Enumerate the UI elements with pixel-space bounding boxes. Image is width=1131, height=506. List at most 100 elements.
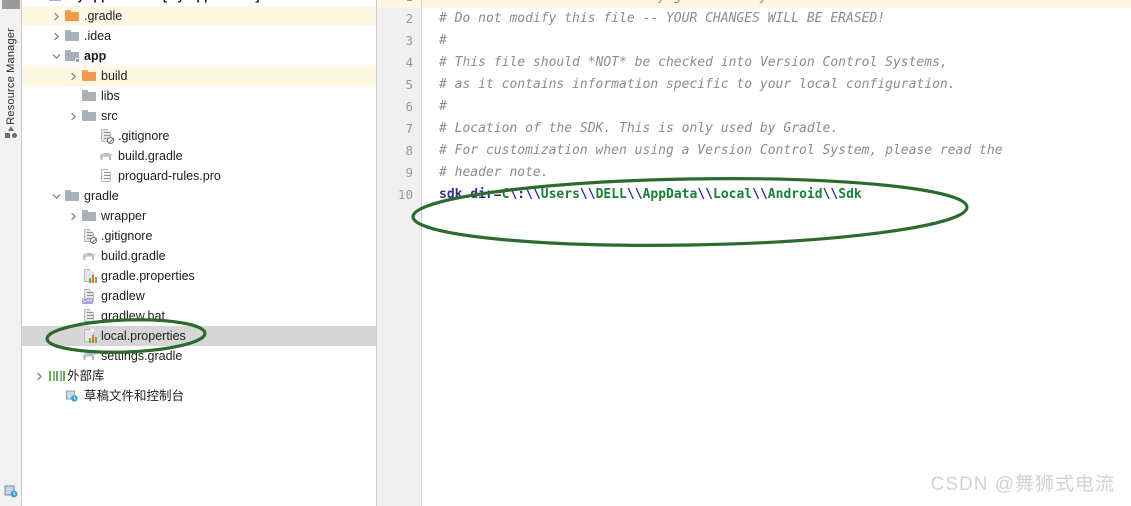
line-number: 9 — [405, 165, 413, 180]
tree-row-label: proguard-rules.pro — [118, 169, 221, 183]
code-line[interactable]: # — [423, 30, 1131, 52]
resource-manager-tool-button[interactable]: Resource Manager — [0, 28, 22, 127]
tree-row[interactable]: gradle — [22, 186, 376, 206]
left-tool-strip: Resource Manager — [0, 0, 22, 506]
tree-row[interactable]: wrapper — [22, 206, 376, 226]
tree-row[interactable]: gradlew.bat — [22, 306, 376, 326]
code-line[interactable]: # header note. — [423, 162, 1131, 184]
tree-row[interactable]: .gitignore — [22, 126, 376, 146]
tree-row-label: local.properties — [101, 329, 186, 343]
code-comment: # Do not modify this file -- YOUR CHANGE… — [439, 11, 886, 26]
code-line[interactable]: sdk.dir=C\:\\Users\\DELL\\AppData\\Local… — [423, 184, 1131, 206]
line-number-gutter: 1 2 3 4 5 6 7 8 9 10 — [377, 0, 422, 506]
chevron-down-icon[interactable] — [51, 51, 62, 62]
csdn-watermark: CSDN @舞狮式电流 — [930, 474, 1115, 495]
code-line[interactable]: # Do not modify this file -- YOUR CHANGE… — [423, 8, 1131, 30]
bat-file-icon — [81, 308, 97, 324]
chevron-down-icon[interactable] — [51, 191, 62, 202]
properties-file-icon — [81, 328, 97, 344]
tree-row[interactable]: .idea — [22, 26, 376, 46]
folder-gray-icon — [64, 28, 80, 44]
tree-row-label: build.gradle — [118, 149, 183, 163]
tree-row[interactable]: 外部库 — [22, 366, 376, 386]
tree-row-label: gradlew.bat — [101, 309, 165, 323]
chevron-right-icon[interactable] — [51, 31, 62, 42]
chevron-right-icon[interactable] — [51, 11, 62, 22]
code-comment: # This file should *NOT* be checked into… — [439, 55, 948, 70]
tree-row[interactable]: proguard-rules.pro — [22, 166, 376, 186]
gitignore-file-icon — [98, 128, 114, 144]
chevron-right-icon[interactable] — [68, 211, 79, 222]
tree-row[interactable]: build.gradle — [22, 246, 376, 266]
property-key: sdk.dir — [439, 187, 494, 202]
tree-row-label: 草稿文件和控制台 — [84, 389, 185, 403]
code-comment: # header note. — [439, 165, 549, 180]
code-comment: # For customization when using a Version… — [439, 143, 1003, 158]
tree-row-label: gradlew — [101, 289, 145, 303]
tool-strip-nub — [2, 0, 20, 9]
tree-row[interactable]: local.properties — [22, 326, 376, 346]
tree-row[interactable]: settings.gradle — [22, 346, 376, 366]
code-area[interactable]: ## This file is automatically generated … — [423, 0, 1131, 506]
gradle-elephant-icon — [81, 348, 97, 364]
tree-row[interactable]: build — [22, 66, 376, 86]
tree-row[interactable]: libs — [22, 86, 376, 106]
tree-row[interactable]: .gitignore — [22, 226, 376, 246]
tree-row[interactable]: build.gradle — [22, 146, 376, 166]
project-tree[interactable]: MyApplication2 [My Application].gradle.i… — [22, 0, 376, 406]
text-file-icon — [98, 168, 114, 184]
scratches-consoles-icon — [64, 388, 80, 404]
tree-row[interactable]: C++ gradlew — [22, 286, 376, 306]
line-number: 6 — [405, 99, 413, 114]
code-comment: # — [439, 33, 447, 48]
tree-row-label: build.gradle — [101, 249, 166, 263]
chevron-right-icon[interactable] — [68, 71, 79, 82]
tree-row-label: libs — [101, 89, 120, 103]
code-line[interactable]: # as it contains information specific to… — [423, 74, 1131, 96]
line-number: 1 — [377, 0, 421, 8]
line-number: 5 — [405, 77, 413, 92]
scratch-console-icon[interactable] — [4, 484, 18, 498]
code-line[interactable]: # For customization when using a Version… — [423, 140, 1131, 162]
tree-row-label: wrapper — [101, 209, 147, 223]
code-line[interactable]: # This file should *NOT* be checked into… — [423, 52, 1131, 74]
tree-row[interactable]: 草稿文件和控制台 — [22, 386, 376, 406]
code-comment: # as it contains information specific to… — [439, 77, 956, 92]
line-number: 10 — [397, 187, 413, 202]
tree-row-label: settings.gradle — [101, 349, 183, 363]
code-line[interactable]: ## This file is automatically generated … — [423, 0, 1131, 8]
project-tree-panel[interactable]: MyApplication2 [My Application].gradle.i… — [22, 0, 377, 506]
tree-row-label: .gradle — [84, 9, 123, 23]
android-studio-window: Resource Manager MyApplication2 [My Appl… — [0, 0, 1131, 506]
code-comment: # — [439, 99, 447, 114]
tree-row[interactable]: src — [22, 106, 376, 126]
code-comment: # Location of the SDK. This is only used… — [439, 121, 839, 136]
tree-row[interactable]: gradle.properties — [22, 266, 376, 286]
gradle-elephant-icon — [81, 248, 97, 264]
external-libraries-icon — [47, 368, 65, 384]
line-number: 3 — [405, 33, 413, 48]
folder-gray-icon — [81, 108, 97, 124]
code-line[interactable]: # Location of the SDK. This is only used… — [423, 118, 1131, 140]
folder-gray-icon — [81, 208, 97, 224]
chevron-down-icon[interactable] — [34, 0, 45, 2]
chevron-right-icon[interactable] — [34, 371, 45, 382]
code-line[interactable]: # — [423, 96, 1131, 118]
folder-gray-icon — [81, 88, 97, 104]
gradle-elephant-icon — [98, 148, 114, 164]
tree-row[interactable]: app — [22, 46, 376, 66]
tree-row[interactable]: .gradle — [22, 6, 376, 26]
folder-gray-icon — [64, 188, 80, 204]
tree-row-label: gradle — [84, 189, 119, 203]
code-comment: ## This file is automatically generated … — [439, 0, 893, 4]
chevron-right-icon[interactable] — [68, 111, 79, 122]
tree-row-label: 外部库 — [67, 369, 105, 383]
code-editor[interactable]: 1 2 3 4 5 6 7 8 9 10 ## This file is automaticall… — [377, 0, 1131, 506]
